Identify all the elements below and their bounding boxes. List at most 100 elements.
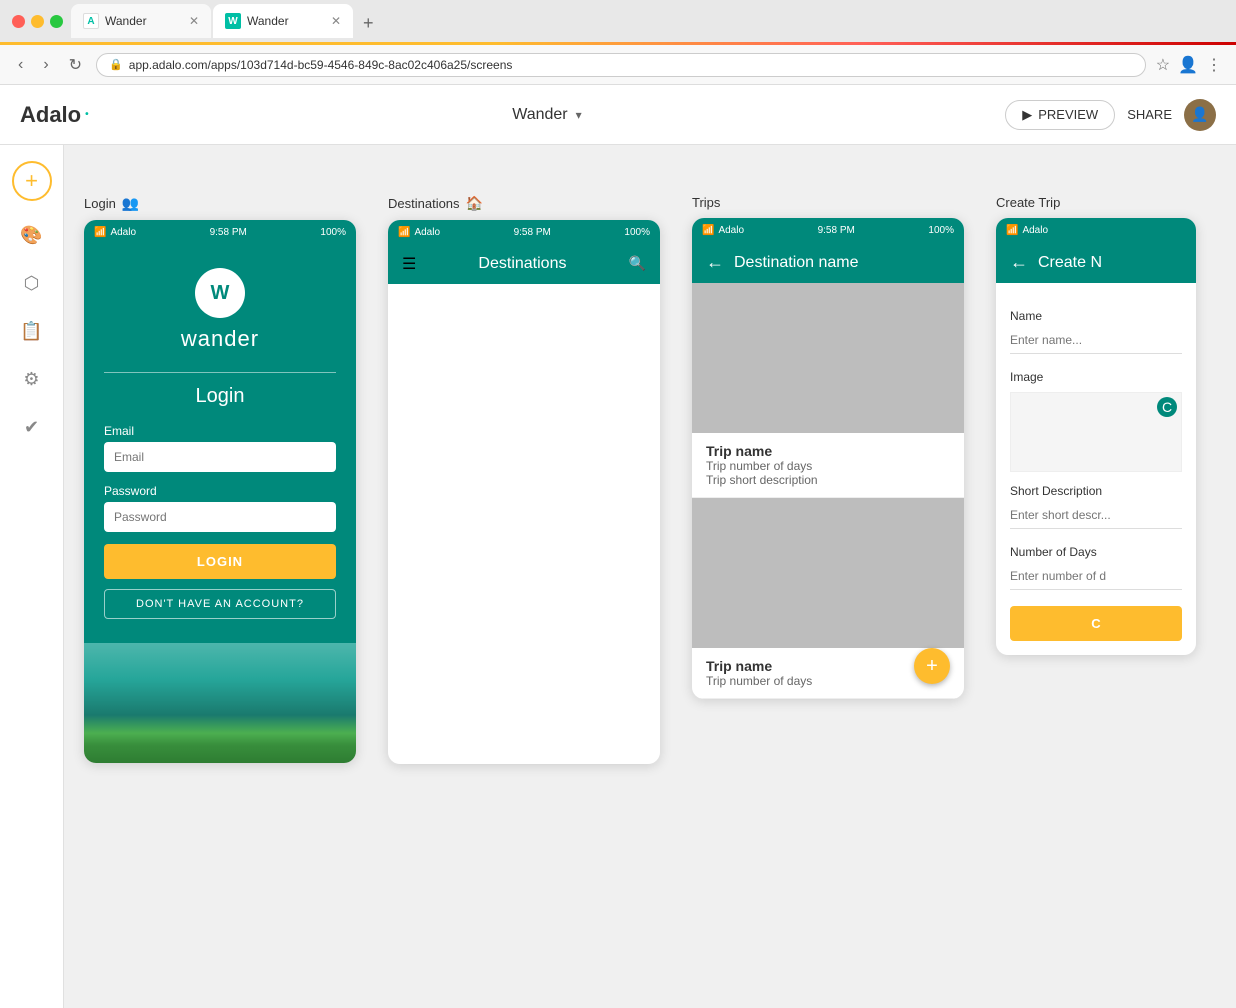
trips-statusbar: 📶 Adalo 9:58 PM 100% (692, 218, 964, 242)
login-logo: W wander (104, 268, 336, 352)
no-account-button[interactable]: DON'T HAVE AN ACCOUNT? (104, 589, 336, 619)
trips-statusbar-left: 📶 Adalo (702, 225, 744, 236)
login-label-text: Login (84, 196, 116, 211)
create-trip-phone-frame: 📶 Adalo ← Create N Name Image (996, 218, 1196, 655)
sidebar-icon-publish[interactable]: ✔ (18, 413, 46, 441)
tab2-close[interactable]: ✕ (331, 14, 341, 28)
app-name-logo: wander (181, 326, 259, 352)
trips-header: ← Destination name (692, 242, 964, 283)
user-profile-button[interactable]: 👤 (1176, 53, 1200, 77)
image-picker-add-icon[interactable]: C (1157, 397, 1177, 417)
trips-phone-frame: 📶 Adalo 9:58 PM 100% ← Destination name (692, 218, 964, 699)
browser-window: A Wander ✕ W Wander ✕ + ‹ › ↻ 🔒 app.adal… (0, 0, 1236, 85)
create-trip-network: Adalo (1022, 225, 1048, 236)
back-button[interactable]: ‹ (12, 54, 29, 76)
toolbar-actions: ☆ 👤 ⋮ (1154, 53, 1224, 77)
destinations-statusbar-left: 📶 Adalo (398, 227, 440, 238)
login-phone-frame: 📶 Adalo 9:58 PM 100% W wa (84, 220, 356, 763)
add-trip-fab[interactable]: + (914, 648, 950, 684)
login-title: Login (104, 385, 336, 408)
share-button[interactable]: SHARE (1127, 107, 1172, 122)
left-sidebar: + 🎨 ⬡ 📋 ⚙ ✔ (0, 145, 64, 1008)
refresh-button[interactable]: ↻ (63, 53, 88, 77)
sidebar-icon-palette[interactable]: 🎨 (18, 221, 46, 249)
tab1-label: Wander (105, 14, 147, 28)
create-trip-back-icon[interactable]: ← (1010, 252, 1028, 273)
app-header: Adalo• Wander ▾ ▶ PREVIEW SHARE 👤 (0, 85, 1236, 145)
name-input[interactable] (1010, 327, 1182, 354)
create-trip-screen-label: Create Trip (996, 195, 1196, 210)
trips-battery: 100% (928, 225, 954, 236)
tab-2[interactable]: W Wander ✕ (213, 4, 353, 38)
create-trip-submit-button[interactable]: C (1010, 606, 1182, 641)
address-bar[interactable]: 🔒 app.adalo.com/apps/103d714d-bc59-4546-… (96, 53, 1146, 77)
traffic-lights (12, 15, 63, 28)
destinations-time: 9:58 PM (514, 227, 551, 238)
destinations-signal-icon: 📶 (398, 227, 410, 238)
maximize-traffic-light[interactable] (50, 15, 63, 28)
tab2-label: Wander (247, 14, 289, 28)
create-trip-statusbar: 📶 Adalo (996, 218, 1196, 242)
menu-icon[interactable] (402, 254, 416, 274)
destinations-screen-container: Destinations 🏠 📶 Adalo 9:58 PM 100% (388, 195, 660, 764)
trip-card-2-days: Trip number of days (706, 674, 950, 688)
tab-1[interactable]: A Wander ✕ (71, 4, 211, 38)
destinations-network-name: Adalo (414, 227, 440, 238)
create-trip-screen-container: Create Trip 📶 Adalo ← Create N (996, 195, 1196, 655)
new-tab-button[interactable]: + (355, 9, 382, 38)
add-component-button[interactable]: + (12, 161, 52, 201)
name-field-label: Name (1010, 309, 1182, 323)
bookmark-button[interactable]: ☆ (1154, 53, 1172, 77)
trips-screen-label: Trips (692, 195, 964, 210)
search-icon[interactable] (629, 255, 646, 273)
preview-button[interactable]: ▶ PREVIEW (1005, 100, 1115, 130)
destinations-body (388, 284, 660, 764)
destinations-statusbar: 📶 Adalo 9:58 PM 100% (388, 220, 660, 244)
login-statusbar: 📶 Adalo 9:58 PM 100% (84, 220, 356, 244)
forward-button[interactable]: › (37, 54, 54, 76)
trips-statusbar-right: 100% (928, 225, 954, 236)
destinations-phone-frame: 📶 Adalo 9:58 PM 100% Destinations (388, 220, 660, 764)
login-network-name: Adalo (110, 227, 136, 238)
sidebar-icon-data[interactable]: 📋 (18, 317, 46, 345)
destinations-header: Destinations (388, 244, 660, 284)
more-options-button[interactable]: ⋮ (1204, 53, 1224, 77)
image-picker[interactable]: C (1010, 392, 1182, 472)
trips-title: Destination name (734, 254, 859, 272)
app-dropdown-icon[interactable]: ▾ (576, 108, 582, 122)
trip-card-2-image (692, 498, 964, 648)
header-actions: ▶ PREVIEW SHARE 👤 (1005, 99, 1216, 131)
destinations-label-text: Destinations (388, 196, 460, 211)
short-desc-input[interactable] (1010, 502, 1182, 529)
adalo-logo-text: Adalo (20, 102, 81, 128)
password-input[interactable] (104, 502, 336, 532)
tab1-close[interactable]: ✕ (189, 14, 199, 28)
tab2-favicon: W (225, 13, 241, 29)
destinations-title: Destinations (416, 255, 628, 273)
login-body: W wander Login Email Password LOGIN DON'… (84, 244, 356, 643)
sidebar-icon-layers[interactable]: ⬡ (18, 269, 46, 297)
app-layout: Adalo• Wander ▾ ▶ PREVIEW SHARE 👤 + 🎨 ⬡ … (0, 85, 1236, 1008)
login-statusbar-left: 📶 Adalo (94, 227, 136, 238)
destinations-statusbar-right: 100% (624, 227, 650, 238)
days-input[interactable] (1010, 563, 1182, 590)
app-name: Wander (512, 106, 567, 124)
tabs-bar: A Wander ✕ W Wander ✕ + (71, 4, 1224, 38)
trip-card-2[interactable]: Trip name Trip number of days + (692, 498, 964, 699)
login-screen-icon: 👥 (122, 195, 139, 212)
days-field-label: Number of Days (1010, 545, 1182, 559)
user-avatar[interactable]: 👤 (1184, 99, 1216, 131)
email-input[interactable] (104, 442, 336, 472)
play-icon: ▶ (1022, 107, 1032, 123)
tab1-favicon: A (83, 13, 99, 29)
login-button[interactable]: LOGIN (104, 544, 336, 579)
close-traffic-light[interactable] (12, 15, 25, 28)
sidebar-icon-settings[interactable]: ⚙ (18, 365, 46, 393)
minimize-traffic-light[interactable] (31, 15, 44, 28)
trip-card-1[interactable]: Trip name Trip number of days Trip short… (692, 283, 964, 498)
login-statusbar-right: 100% (320, 227, 346, 238)
create-trip-header: ← Create N (996, 242, 1196, 283)
preview-label: PREVIEW (1038, 107, 1098, 122)
create-trip-statusbar-left: 📶 Adalo (1006, 225, 1048, 236)
trips-back-icon[interactable]: ← (706, 252, 724, 273)
